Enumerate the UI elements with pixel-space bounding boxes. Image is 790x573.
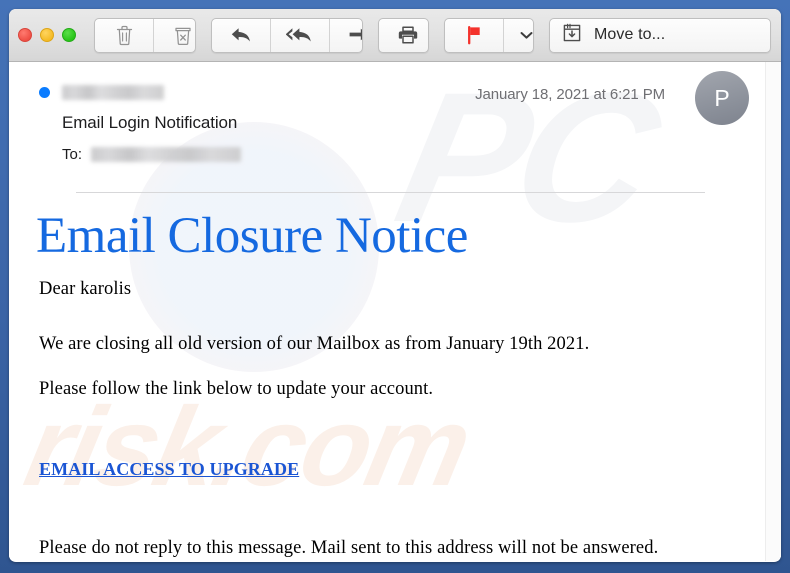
flag-options-button[interactable] [504, 19, 533, 52]
toolbar: Move to... [9, 9, 781, 62]
move-to-label: Move to... [594, 26, 666, 43]
flag-group [444, 17, 534, 53]
junk-icon [174, 25, 192, 46]
reply-all-button[interactable] [271, 18, 330, 52]
body-title: Email Closure Notice [36, 208, 468, 264]
move-to-button[interactable]: Move to... [549, 17, 771, 53]
body-greeting: Dear karolis [39, 279, 132, 300]
archive-box-icon [561, 22, 583, 49]
header-divider [76, 192, 705, 193]
mail-window: Move to... PC risk.com Email Login Notif… [9, 9, 781, 562]
vertical-scrollbar[interactable] [765, 62, 781, 561]
chevron-down-icon [520, 31, 533, 40]
message-body: Email Closure Notice Dear karolis We are… [9, 208, 781, 561]
trash-icon [116, 25, 133, 46]
window-frame: Move to... PC risk.com Email Login Notif… [0, 0, 790, 573]
recipient-address-redacted [91, 147, 242, 162]
delete-button[interactable] [95, 18, 154, 52]
printer-icon [397, 25, 419, 45]
reply-group [210, 17, 363, 53]
flag-icon [465, 25, 483, 45]
zoom-button[interactable] [62, 28, 76, 42]
body-paragraph-2: Please follow the link below to update y… [39, 379, 434, 400]
unread-indicator[interactable] [39, 86, 50, 98]
forward-button[interactable] [330, 19, 362, 52]
print-button[interactable] [379, 19, 428, 52]
reply-icon [230, 26, 252, 45]
delete-group [94, 17, 196, 53]
message-date: January 18, 2021 at 6:21 PM [475, 86, 665, 103]
minimize-button[interactable] [40, 28, 54, 42]
body-paragraph-1: We are closing all old version of our Ma… [39, 334, 590, 355]
message-header: Email Login Notification To: January 18,… [9, 62, 781, 193]
avatar: P [695, 71, 749, 125]
close-button[interactable] [18, 28, 32, 42]
upgrade-link[interactable]: EMAIL ACCESS TO UPGRADE [39, 459, 299, 480]
message-subject: Email Login Notification [62, 113, 238, 132]
message-pane: PC risk.com Email Login Notification To:… [9, 62, 781, 561]
to-label: To: [62, 146, 83, 163]
reply-button[interactable] [212, 18, 271, 52]
traffic-lights [18, 28, 76, 42]
junk-button[interactable] [154, 19, 195, 52]
flag-button[interactable] [445, 18, 505, 52]
sender-address-redacted [62, 84, 164, 100]
recipient-row: To: [62, 146, 751, 163]
body-paragraph-3: Please do not reply to this message. Mai… [39, 538, 659, 559]
print-group [377, 17, 430, 53]
forward-icon [348, 26, 362, 45]
reply-all-icon [286, 26, 313, 45]
